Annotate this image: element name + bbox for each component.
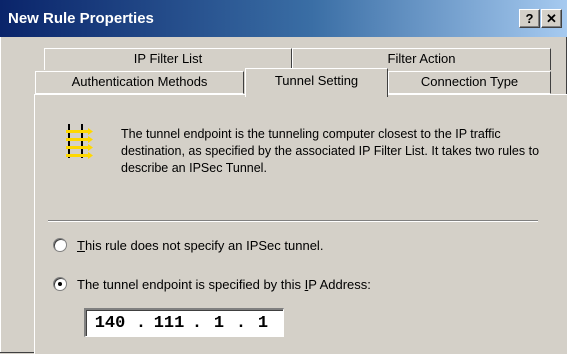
tab-label: Tunnel Setting bbox=[274, 73, 359, 88]
ip-dot: . bbox=[235, 313, 247, 333]
no-tunnel-option[interactable]: This rule does not specify an IPSec tunn… bbox=[53, 235, 323, 255]
ip-address-field[interactable]: 140 . 111 . 1 . 1 bbox=[84, 308, 284, 337]
tab-ip-filter-list[interactable]: IP Filter List bbox=[44, 48, 292, 70]
ip-octet-1[interactable]: 140 bbox=[86, 314, 134, 333]
ip-octet-4[interactable]: 1 bbox=[248, 314, 278, 333]
tab-tunnel-setting[interactable]: Tunnel Setting bbox=[245, 68, 388, 97]
tab-label: Authentication Methods bbox=[71, 74, 208, 89]
new-rule-properties-dialog: New Rule Properties ? ✕ IP Filter List F… bbox=[0, 0, 567, 354]
divider bbox=[48, 220, 538, 222]
tunnel-icon bbox=[66, 124, 93, 159]
tab-label: IP Filter List bbox=[133, 51, 203, 66]
tab-filter-action[interactable]: Filter Action bbox=[292, 48, 551, 70]
ip-dot: . bbox=[135, 313, 147, 333]
tab-authentication-methods[interactable]: Authentication Methods bbox=[35, 71, 244, 94]
tunnel-description: The tunnel endpoint is the tunneling com… bbox=[121, 127, 540, 175]
tunnel-endpoint-ip-label: The tunnel endpoint is specified by this… bbox=[77, 276, 371, 292]
window-title: New Rule Properties bbox=[8, 10, 154, 27]
ip-dot: . bbox=[191, 313, 203, 333]
tab-connection-type[interactable]: Connection Type bbox=[388, 71, 551, 94]
tunnel-endpoint-ip-radio[interactable] bbox=[53, 277, 67, 291]
tab-label: Filter Action bbox=[387, 51, 456, 66]
ip-octet-2[interactable]: 111 bbox=[148, 314, 190, 333]
ip-octet-3[interactable]: 1 bbox=[204, 314, 234, 333]
close-icon: ✕ bbox=[546, 11, 557, 26]
help-button[interactable]: ? bbox=[519, 9, 540, 28]
help-icon: ? bbox=[525, 11, 534, 26]
tab-label: Connection Type bbox=[420, 74, 519, 89]
tunnel-endpoint-ip-option[interactable]: The tunnel endpoint is specified by this… bbox=[53, 274, 371, 294]
close-button[interactable]: ✕ bbox=[541, 9, 562, 28]
no-tunnel-label: This rule does not specify an IPSec tunn… bbox=[77, 237, 324, 253]
title-bar[interactable]: New Rule Properties ? ✕ bbox=[0, 0, 567, 37]
no-tunnel-radio[interactable] bbox=[53, 238, 67, 252]
